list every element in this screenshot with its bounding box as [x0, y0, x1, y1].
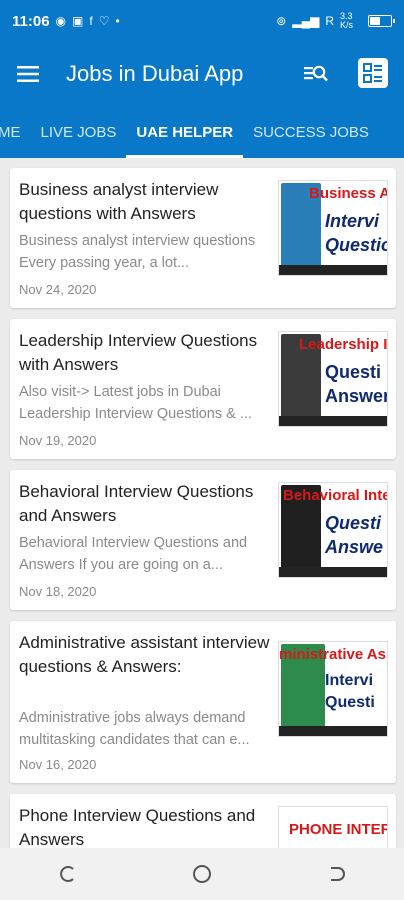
thumbnail-blue-text-2: Answer — [325, 386, 388, 406]
status-time: 11:06 — [12, 12, 50, 30]
post-title: Phone Interview Questions and Answers — [19, 806, 256, 848]
thumbnail-footer — [279, 567, 387, 577]
grid-view-button[interactable] — [358, 58, 388, 88]
app-title: Jobs in Dubai App — [66, 61, 244, 86]
post-date: Nov 16, 2020 — [19, 757, 97, 772]
shield-icon: ♡ — [98, 14, 110, 28]
thumbnail-blue-text-2: Questio — [325, 235, 388, 255]
news-icon: ▣ — [72, 14, 84, 28]
post-title: Behavioral Interview Questions and Answe… — [19, 482, 254, 525]
speed-label: 3.3 K/s — [340, 11, 354, 30]
thumbnail-red-text: ministrative Ass — [279, 646, 388, 663]
thumbnail-footer — [279, 265, 387, 275]
back-icon — [330, 867, 345, 881]
system-icons: ⊚ ▂▄▆ R 3.3 K/s — [276, 11, 395, 30]
post-card[interactable]: Leadership Interview Questions with Answ… — [10, 319, 396, 459]
post-excerpt: Business analyst interview questions Eve… — [19, 233, 256, 271]
thumbnail-blue-text-1: Intervi — [325, 672, 374, 689]
hotspot-icon: ⊚ — [276, 14, 287, 28]
thumbnail-red-text: Leadership Int — [299, 336, 388, 353]
menu-button[interactable] — [0, 42, 56, 106]
signal-icon: ▂▄▆ — [292, 14, 320, 28]
post-thumbnail: ministrative Ass Intervi Questi — [278, 641, 388, 737]
post-date: Nov 24, 2020 — [19, 282, 97, 297]
post-title: Business analyst interview questions wit… — [19, 180, 219, 223]
home-icon — [192, 865, 211, 883]
post-title: Administrative assistant interview quest… — [19, 633, 270, 676]
thumbnail-blue-text-1: Questi — [325, 362, 382, 382]
post-card[interactable]: Business analyst interview questions wit… — [10, 168, 396, 308]
thumbnail-red-text: Behavioral Inte — [283, 487, 388, 504]
post-card[interactable]: Phone Interview Questions and Answers PH… — [10, 794, 396, 848]
tab-home[interactable]: ME — [0, 106, 31, 158]
thumbnail-footer — [279, 416, 387, 426]
facebook-icon: f — [89, 14, 93, 28]
notification-icons: ◉ ▣ f ♡ • — [56, 14, 120, 28]
menu-icon — [17, 66, 39, 82]
search-list-icon — [304, 65, 328, 82]
tab-uae-helper[interactable]: UAE HELPER — [126, 106, 243, 158]
battery-fill — [370, 17, 380, 25]
thumbnail-blue-text-1: Intervi — [325, 211, 380, 231]
thumbnail-blue-text-1: Questi — [325, 513, 382, 533]
post-thumbnail: Behavioral Inte Questi Answe — [278, 482, 388, 578]
recent-apps-button[interactable] — [45, 852, 89, 896]
grid-icon — [363, 63, 382, 83]
thumbnail-red-text: PHONE INTER — [289, 821, 388, 838]
home-button[interactable] — [180, 852, 224, 896]
post-thumbnail: Leadership Int Questi Answer — [278, 331, 388, 427]
thumbnail-blue-text-2: Questi — [325, 694, 375, 711]
post-thumbnail: PHONE INTER — [278, 806, 388, 848]
tab-live-jobs[interactable]: LIVE JOBS — [31, 106, 127, 158]
post-thumbnail: Business An Intervi Questio — [278, 180, 388, 276]
thumbnail-red-text: Business An — [309, 185, 387, 202]
recent-apps-icon — [60, 866, 75, 882]
post-card[interactable]: Behavioral Interview Questions and Answe… — [10, 470, 396, 610]
status-bar: 11:06 ◉ ▣ f ♡ • ⊚ ▂▄▆ R 3.3 K/s — [0, 0, 404, 42]
search-list-button[interactable] — [302, 60, 330, 88]
whatsapp-icon: ◉ — [55, 14, 67, 28]
system-nav-bar — [0, 848, 404, 900]
thumbnail-footer — [279, 726, 387, 736]
battery-icon — [368, 15, 395, 27]
dot-icon: • — [115, 14, 120, 28]
back-button[interactable] — [315, 852, 359, 896]
tab-success-jobs[interactable]: SUCCESS JOBS — [243, 106, 379, 158]
post-excerpt: Also visit-> Latest jobs in Dubai Leader… — [19, 384, 252, 422]
thumbnail-blue-text-2: Answe — [325, 537, 384, 557]
post-excerpt: Behavioral Interview Questions and Answe… — [19, 535, 248, 573]
app-bar: Jobs in Dubai App — [0, 42, 404, 106]
post-title: Leadership Interview Questions with Answ… — [19, 331, 258, 374]
post-date: Nov 19, 2020 — [19, 433, 97, 448]
post-excerpt: Administrative jobs always demand multit… — [19, 710, 250, 748]
roaming-label: R — [325, 14, 334, 28]
post-card[interactable]: Administrative assistant interview quest… — [10, 621, 396, 783]
post-list: Business analyst interview questions wit… — [0, 158, 404, 848]
tab-bar: ME LIVE JOBS UAE HELPER SUCCESS JOBS — [0, 106, 404, 158]
post-date: Nov 18, 2020 — [19, 584, 97, 599]
